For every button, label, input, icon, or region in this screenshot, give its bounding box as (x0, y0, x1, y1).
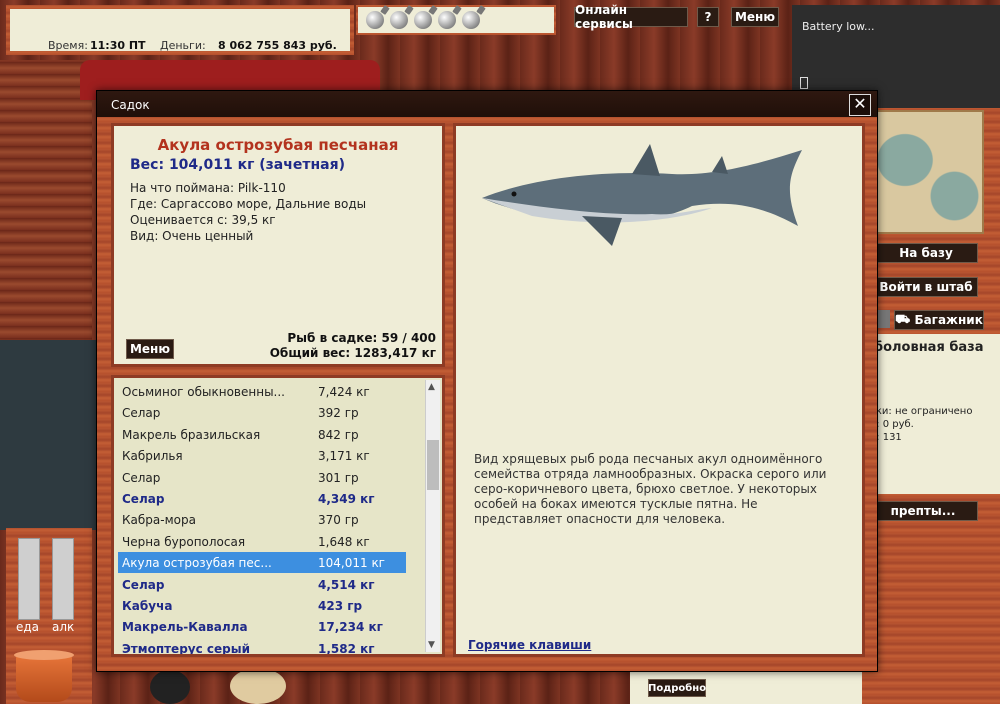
fish-row-name: Осьминог обыкновенны... (122, 385, 285, 399)
bait-slot-icon[interactable] (366, 11, 384, 29)
bucket-icon[interactable] (12, 648, 78, 704)
fish-row-name: Этмоптерус серый (122, 641, 251, 656)
hud-panel: Время: 11:30 ПТ Деньги: 8 062 755 843 ру… (6, 5, 354, 55)
map-thumbnail[interactable] (870, 110, 984, 234)
fish-list-row[interactable]: Селар 4,349 кг (118, 488, 406, 509)
base-line-1: вки: не ограничено (870, 406, 973, 417)
battery-icon (800, 77, 808, 89)
fish-row-name: Селар (122, 492, 165, 506)
sack-decoration (230, 668, 286, 704)
enter-hq-button[interactable]: Войти в штаб (874, 277, 978, 297)
fish-caught-with: На что поймана: Pilk-110 (130, 181, 286, 195)
money-label: Деньги: (160, 39, 206, 52)
fish-list-row[interactable]: Макрель-Кавалла 17,234 кг (118, 616, 406, 637)
fish-row-weight: 4,514 кг (318, 577, 375, 592)
fish-list-row[interactable]: Селар 301 гр (118, 467, 406, 488)
scroll-down-icon[interactable]: ▼ (428, 640, 435, 650)
fish-description-card: Вид хрящевых рыб рода песчаных акул одно… (453, 123, 865, 657)
dialog-titlebar: Садок ✕ (97, 91, 877, 117)
fish-row-name: Селар (122, 406, 161, 421)
fish-location: Где: Саргассово море, Дальние воды (130, 197, 367, 211)
fish-row-weight: 842 гр (318, 427, 359, 442)
fish-count: Рыб в садке: 59 / 400 (287, 331, 436, 345)
fish-row-weight: 3,171 кг (318, 449, 370, 464)
list-scrollbar[interactable]: ▲ ▼ (425, 380, 440, 652)
fish-row-name: Селар (122, 470, 161, 485)
scroll-up-icon[interactable]: ▲ (428, 382, 435, 392)
floor (0, 340, 100, 530)
dialog-body: Акула острозубая песчаная Вес: 104,011 к… (97, 117, 877, 671)
bait-slots (356, 5, 556, 35)
trunk-label: Багажник (914, 313, 983, 327)
fish-info-card: Акула острозубая песчаная Вес: 104,011 к… (111, 123, 445, 367)
food-gauge (18, 538, 40, 620)
fish-row-weight: 1,648 кг (318, 534, 370, 549)
alcohol-gauge (52, 538, 74, 620)
battery-text: Battery low... (802, 20, 875, 33)
fish-list-row[interactable]: Селар 392 гр (118, 402, 406, 423)
fish-row-name: Кабуча (122, 599, 173, 613)
base-info: боловная база вки: не ограничено е: 0 ру… (868, 334, 1000, 494)
fish-kind: Вид: Очень ценный (130, 229, 254, 243)
fish-row-name: Акула острозубая пес... (122, 556, 272, 571)
dialog-title: Садок (111, 98, 150, 112)
fish-row-weight: 370 гр (318, 513, 359, 528)
time-value: 11:30 ПТ (90, 39, 146, 52)
fish-description: Вид хрящевых рыб рода песчаных акул одно… (474, 452, 827, 526)
fish-name: Акула острозубая песчаная (157, 136, 399, 154)
fish-row-name: Макрель бразильская (122, 427, 261, 442)
trunk-button[interactable]: ⛟ Багажник (894, 310, 984, 330)
fish-list-row[interactable]: Кабра-мора 370 гр (118, 509, 406, 530)
details-button[interactable]: Подробно (648, 679, 706, 697)
keepnet-dialog: Садок ✕ Акула острозубая песчаная Вес: 1… (96, 90, 878, 672)
help-button[interactable]: ? (697, 7, 719, 27)
fish-list-row[interactable]: Кабрилья 3,171 кг (118, 445, 406, 466)
fish-row-name: Кабра-мора (122, 513, 196, 528)
fish-row-weight: 7,424 кг (318, 385, 370, 399)
slot-box (876, 310, 890, 328)
fish-row-weight: 392 гр (318, 406, 359, 421)
fish-row-name: Кабрилья (122, 449, 183, 464)
fish-list-row[interactable]: Селар 4,514 кг (118, 574, 406, 595)
fish-list-row[interactable]: Кабуча 423 гр (118, 595, 406, 616)
fish-row-name: Макрель-Кавалла (122, 620, 248, 635)
hotkeys-link[interactable]: Горячие клавиши (468, 638, 591, 652)
total-weight: Общий вес: 1283,417 кг (269, 346, 436, 360)
bait-slot-icon[interactable] (390, 11, 408, 29)
bait-slot-icon[interactable] (414, 11, 432, 29)
food-label: еда (16, 620, 40, 634)
fish-weight: Вес: 104,011 кг (зачетная) (130, 157, 345, 173)
time-label: Время: (48, 39, 88, 52)
bait-slot-icon[interactable] (462, 11, 480, 29)
ball-decoration (150, 670, 190, 704)
menu-button[interactable]: Меню (731, 7, 779, 27)
fish-row-name: Черна бурополосая (122, 534, 246, 549)
keepnet-menu-button[interactable]: Меню (126, 339, 174, 359)
recipes-button[interactable]: препты... (868, 501, 978, 521)
fish-row-name: Селар (122, 577, 165, 592)
fish-row-weight: 423 гр (318, 599, 363, 613)
fish-list-row[interactable]: Акула острозубая пес... 104,011 кг (118, 552, 406, 574)
alcohol-label: алк (52, 620, 75, 634)
shark-image (482, 144, 802, 246)
fish-valued-from: Оценивается с: 39,5 кг (130, 213, 276, 227)
to-base-button[interactable]: На базу (874, 243, 978, 263)
online-services-button[interactable]: Онлайн сервисы (574, 3, 688, 31)
fish-row-weight: 17,234 кг (318, 620, 383, 635)
fish-row-weight: 301 гр (318, 470, 359, 485)
fish-list-row[interactable]: Осьминог обыкновенны... 7,424 кг (118, 381, 406, 402)
fish-list-row[interactable]: Черна бурополосая 1,648 кг (118, 531, 406, 552)
fish-list: Осьминог обыкновенны... 7,424 кг Селар 392 … (111, 375, 445, 657)
car-icon: ⛟ (895, 312, 915, 326)
fish-list-row[interactable]: Макрель бразильская 842 гр (118, 424, 406, 445)
money-value: 8 062 755 843 руб. (218, 39, 337, 52)
bait-slot-icon[interactable] (438, 11, 456, 29)
base-title: боловная база (874, 340, 984, 355)
fish-row-weight: 104,011 кг (318, 556, 385, 571)
scroll-thumb[interactable] (427, 440, 439, 490)
fish-row-weight: 4,349 кг (318, 492, 375, 506)
fish-row-weight: 1,582 кг (318, 641, 375, 656)
close-icon[interactable]: ✕ (849, 94, 871, 116)
fish-list-row[interactable]: Этмоптерус серый 1,582 кг (118, 638, 406, 656)
